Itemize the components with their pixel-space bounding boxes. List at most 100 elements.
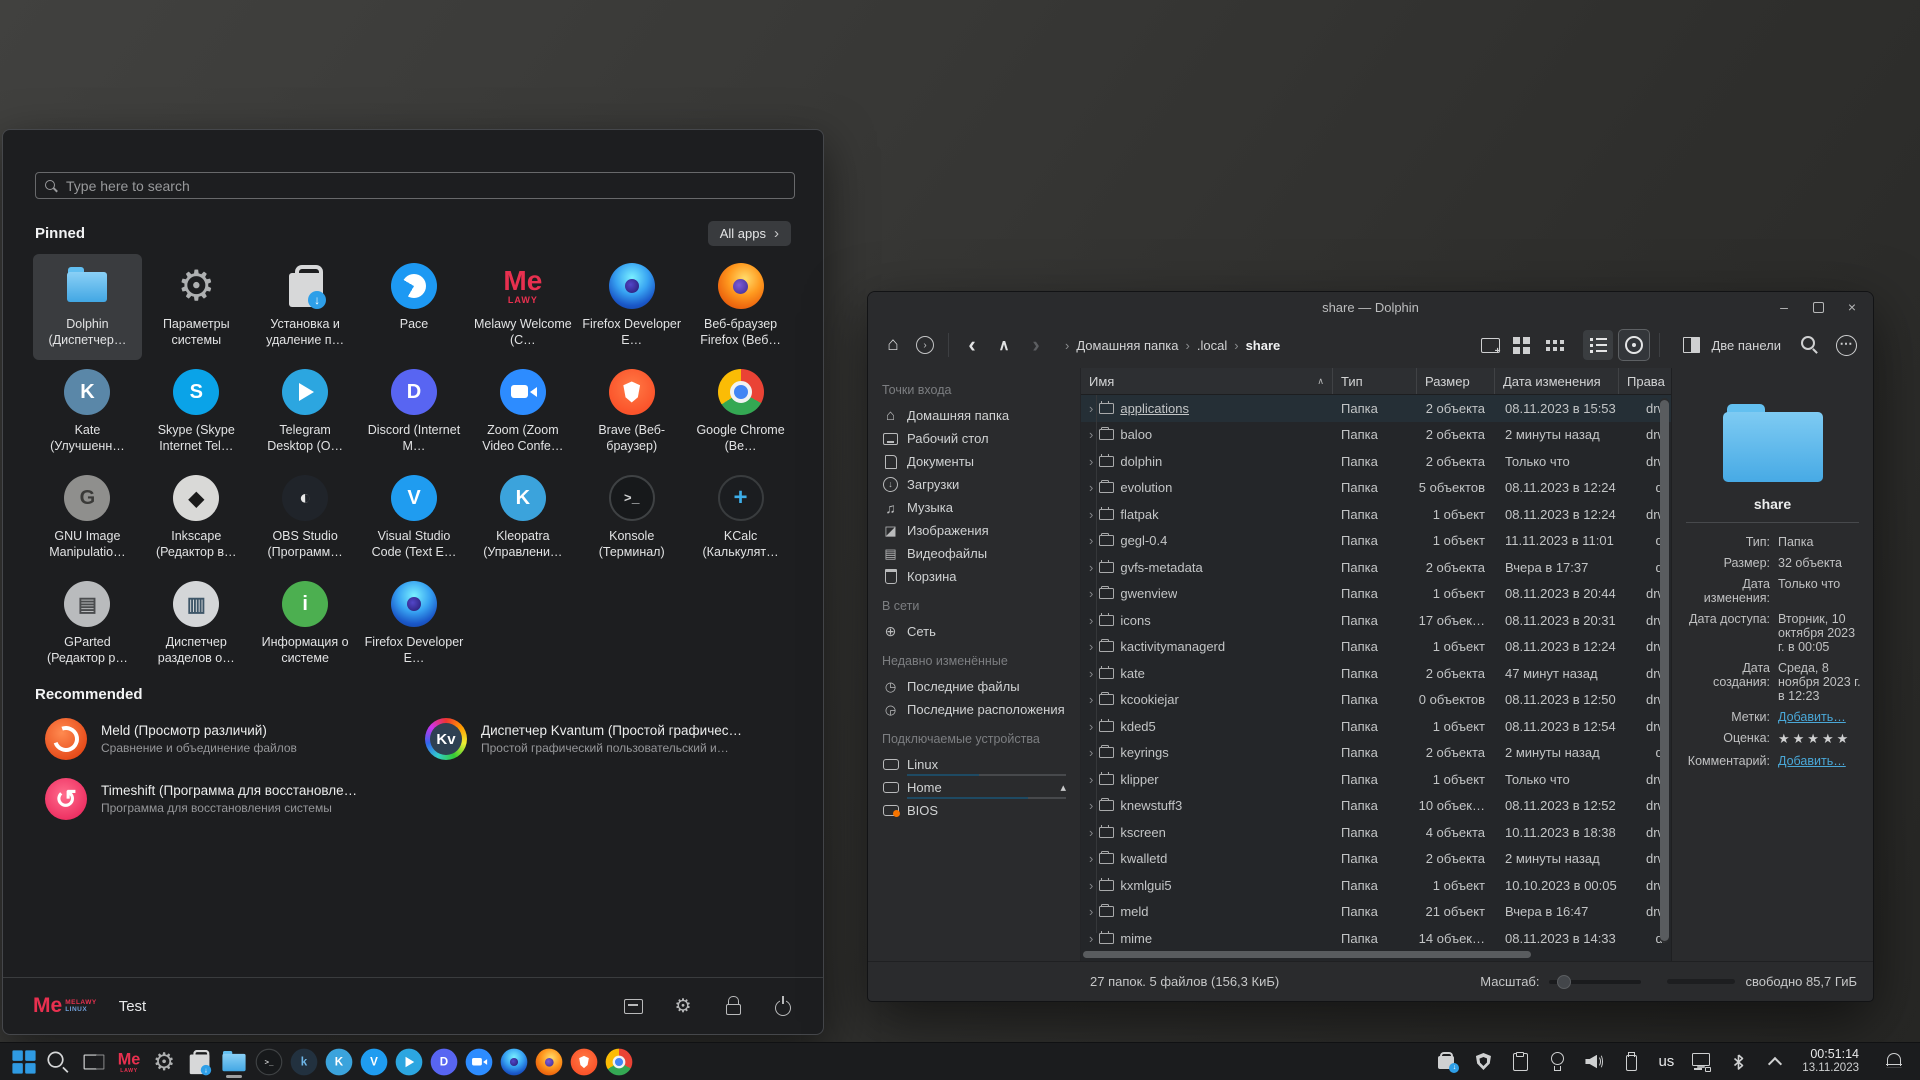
clipboard-icon[interactable] <box>1510 1051 1530 1073</box>
taskbar-app-button[interactable] <box>146 1045 181 1079</box>
taskbar-app-button[interactable]: V <box>356 1045 391 1079</box>
user-name[interactable]: Test <box>119 998 147 1015</box>
taskbar-app-button[interactable] <box>76 1045 111 1079</box>
expander-icon[interactable]: › <box>1089 904 1093 919</box>
app-tile[interactable]: Zoom (Zoom Video Confe… <box>468 360 577 466</box>
app-tile[interactable]: ◐ OBS Studio (Программ… <box>251 466 360 572</box>
taskbar-app-button[interactable] <box>216 1045 251 1079</box>
find-button[interactable] <box>1795 330 1825 360</box>
zoom-slider[interactable] <box>1549 980 1641 984</box>
taskbar-app-button[interactable] <box>496 1045 531 1079</box>
scrollbar-thumb[interactable] <box>1083 951 1531 958</box>
table-row[interactable]: › kwalletd Папка 2 объекта 2 минуты наза… <box>1081 846 1671 873</box>
preview-button[interactable] <box>1619 330 1649 360</box>
app-tile[interactable]: Telegram Desktop (O… <box>251 360 360 466</box>
sidebar-item[interactable]: Видеофайлы ▴ <box>882 542 1080 565</box>
expander-icon[interactable]: › <box>1089 401 1093 416</box>
app-tile[interactable]: Firefox Developer E… <box>360 572 469 678</box>
forward-button[interactable] <box>1023 332 1049 358</box>
property-value[interactable]: Только что <box>1778 577 1861 605</box>
sidebar-item[interactable]: Сеть ▴ <box>882 620 1080 643</box>
table-row[interactable]: › meld Папка 21 объект Вчера в 16:47 drw <box>1081 899 1671 926</box>
expander-icon[interactable]: › <box>1089 507 1093 522</box>
details-view-button[interactable] <box>1583 330 1613 360</box>
screen-lock-icon[interactable] <box>1691 1051 1711 1073</box>
new-tab-button[interactable] <box>1475 330 1505 360</box>
sidebar-item[interactable]: Корзина ▴ <box>882 565 1080 588</box>
zoom-slider-knob[interactable] <box>1557 975 1571 989</box>
horizontal-scrollbar[interactable] <box>1081 949 1671 961</box>
sidebar-item[interactable]: Домашняя папка ▴ <box>882 404 1080 427</box>
expander-icon[interactable]: › <box>1089 772 1093 787</box>
column-header-size[interactable]: Размер <box>1417 368 1495 394</box>
expander-icon[interactable]: › <box>1089 454 1093 469</box>
table-row[interactable]: › kcookiejar Папка 0 объектов 08.11.2023… <box>1081 687 1671 714</box>
expander-icon[interactable]: › <box>1089 878 1093 893</box>
table-row[interactable]: › keyrings Папка 2 объекта 2 минуты наза… <box>1081 740 1671 767</box>
taskbar-app-button[interactable] <box>461 1045 496 1079</box>
sidebar-item[interactable]: Изображения ▴ <box>882 519 1080 542</box>
app-tile[interactable]: K Kleopatra (Управлени… <box>468 466 577 572</box>
minimize-button[interactable]: – <box>1777 300 1791 314</box>
compact-view-button[interactable] <box>1547 330 1577 360</box>
property-value[interactable]: Папка <box>1778 535 1861 549</box>
app-tile[interactable]: D Discord (Internet M… <box>360 360 469 466</box>
property-value[interactable]: Добавить… <box>1778 754 1861 768</box>
up-button[interactable] <box>991 332 1017 358</box>
eject-icon[interactable]: ▴ <box>1060 781 1066 794</box>
table-row[interactable]: › kded5 Папка 1 объект 08.11.2023 в 12:5… <box>1081 713 1671 740</box>
table-row[interactable]: › kxmlgui5 Папка 1 объект 10.10.2023 в 0… <box>1081 872 1671 899</box>
menu-button[interactable] <box>1831 330 1861 360</box>
expander-icon[interactable]: › <box>1089 825 1093 840</box>
app-tile[interactable]: Firefox Developer E… <box>577 254 686 360</box>
table-row[interactable]: › kate Папка 2 объекта 47 минут назад dr… <box>1081 660 1671 687</box>
column-header-permissions[interactable]: Права <box>1619 368 1671 394</box>
column-header-modified[interactable]: Дата изменения <box>1495 368 1619 394</box>
app-tile[interactable]: Konsole (Терминал) <box>577 466 686 572</box>
property-value[interactable]: Добавить… <box>1778 710 1861 724</box>
titlebar[interactable]: share — Dolphin – × <box>868 292 1873 322</box>
expander-icon[interactable]: › <box>1089 639 1093 654</box>
tray-expander-icon[interactable] <box>1765 1051 1785 1073</box>
property-value[interactable]: Среда, 8 ноября 2023 г. в 12:23 <box>1778 661 1861 703</box>
sidebar-item[interactable]: Последние расположения ▴ <box>882 698 1080 721</box>
removable-device-icon[interactable] <box>1621 1051 1641 1073</box>
recommended-item[interactable]: Kv Диспетчер Kvantum (Простой графичес… … <box>425 718 785 760</box>
table-row[interactable]: › knewstuff3 Папка 10 объек… 08.11.2023 … <box>1081 793 1671 820</box>
sidebar-item[interactable]: Документы ▴ <box>882 450 1080 473</box>
taskbar-app-button[interactable] <box>391 1045 426 1079</box>
search-bar[interactable] <box>35 172 795 199</box>
expander-icon[interactable]: › <box>1089 745 1093 760</box>
scrollbar-thumb[interactable] <box>1660 400 1669 941</box>
taskbar-app-button[interactable] <box>531 1045 566 1079</box>
keyboard-layout[interactable]: us <box>1658 1051 1674 1073</box>
app-tile[interactable]: Dolphin (Диспетчер… <box>33 254 142 360</box>
sidebar-item[interactable]: Linux ▴ <box>882 753 1080 776</box>
expander-icon[interactable]: › <box>1089 931 1093 946</box>
search-input[interactable] <box>66 178 786 194</box>
breadcrumb-home[interactable]: Домашняя папка <box>1076 338 1178 353</box>
taskbar-app-button[interactable] <box>601 1045 636 1079</box>
app-tile[interactable]: ▥ Диспетчер разделов о… <box>142 572 251 678</box>
table-row[interactable]: › icons Папка 17 объек… 08.11.2023 в 20:… <box>1081 607 1671 634</box>
table-row[interactable]: › dolphin Папка 2 объекта Только что drw <box>1081 448 1671 475</box>
places-icon[interactable] <box>912 332 938 358</box>
table-row[interactable]: › gvfs-metadata Папка 2 объекта Вчера в … <box>1081 554 1671 581</box>
expander-icon[interactable]: › <box>1089 719 1093 734</box>
bluetooth-icon[interactable] <box>1728 1051 1748 1073</box>
table-row[interactable]: › flatpak Папка 1 объект 08.11.2023 в 12… <box>1081 501 1671 528</box>
files-session-icon[interactable] <box>623 996 643 1016</box>
updates-icon[interactable]: ↓ <box>1436 1051 1456 1073</box>
app-tile[interactable]: Установка и удаление п… <box>251 254 360 360</box>
security-shield-icon[interactable] <box>1473 1051 1493 1073</box>
split-view-button[interactable]: Две панели <box>1670 332 1789 358</box>
breadcrumb-current[interactable]: share <box>1246 338 1281 353</box>
all-apps-button[interactable]: All apps <box>708 221 791 246</box>
taskbar-app-button[interactable] <box>566 1045 601 1079</box>
icons-view-button[interactable] <box>1511 330 1541 360</box>
app-tile[interactable]: Веб-браузер Firefox (Веб… <box>686 254 795 360</box>
expander-icon[interactable]: › <box>1089 798 1093 813</box>
expander-icon[interactable]: › <box>1089 533 1093 548</box>
app-tile[interactable]: Me Melawy Welcome (C… <box>468 254 577 360</box>
taskbar-app-button[interactable]: k <box>286 1045 321 1079</box>
